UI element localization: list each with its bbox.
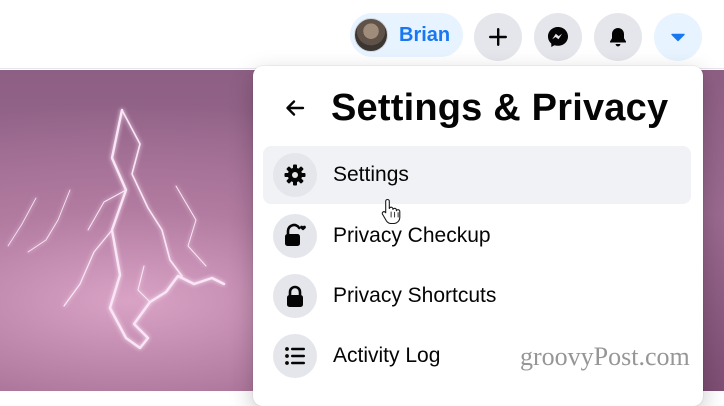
watermark: groovyPost.com (520, 342, 690, 371)
menu-item-label: Settings (333, 163, 409, 186)
menu-item-label: Privacy Shortcuts (333, 284, 497, 307)
account-menu-button[interactable] (654, 13, 702, 61)
notifications-button[interactable] (594, 13, 642, 61)
menu-item-icon (273, 274, 317, 318)
menu-title: Settings & Privacy (331, 87, 669, 129)
profile-button[interactable]: Brian (350, 13, 463, 57)
list-icon (285, 347, 305, 365)
menu-header: Settings & Privacy (253, 66, 703, 146)
gear-icon (284, 164, 306, 186)
menu-item-icon (273, 334, 317, 378)
avatar (354, 18, 388, 52)
profile-name: Brian (399, 23, 451, 46)
menu-item-privacy-shortcuts[interactable]: Privacy Shortcuts (263, 267, 691, 325)
messenger-icon (548, 27, 568, 47)
create-button[interactable] (474, 13, 522, 61)
lock-icon (287, 285, 303, 307)
messenger-button[interactable] (534, 13, 582, 61)
plus-icon (489, 28, 507, 46)
top-navigation-bar: Brian (0, 0, 724, 69)
menu-item-settings[interactable]: Settings (263, 146, 691, 204)
menu-item-icon (273, 153, 317, 197)
menu-item-privacy-checkup[interactable]: Privacy Checkup (263, 207, 691, 265)
menu-item-icon (273, 214, 317, 258)
arrow-left-icon (286, 100, 305, 116)
lock-heart-icon (285, 223, 306, 246)
menu-item-label: Activity Log (333, 344, 441, 367)
back-button[interactable] (277, 90, 313, 126)
bell-icon (610, 28, 626, 47)
caret-down-icon (671, 33, 685, 42)
hand-cursor-icon (381, 198, 401, 224)
menu-item-label: Privacy Checkup (333, 224, 491, 247)
